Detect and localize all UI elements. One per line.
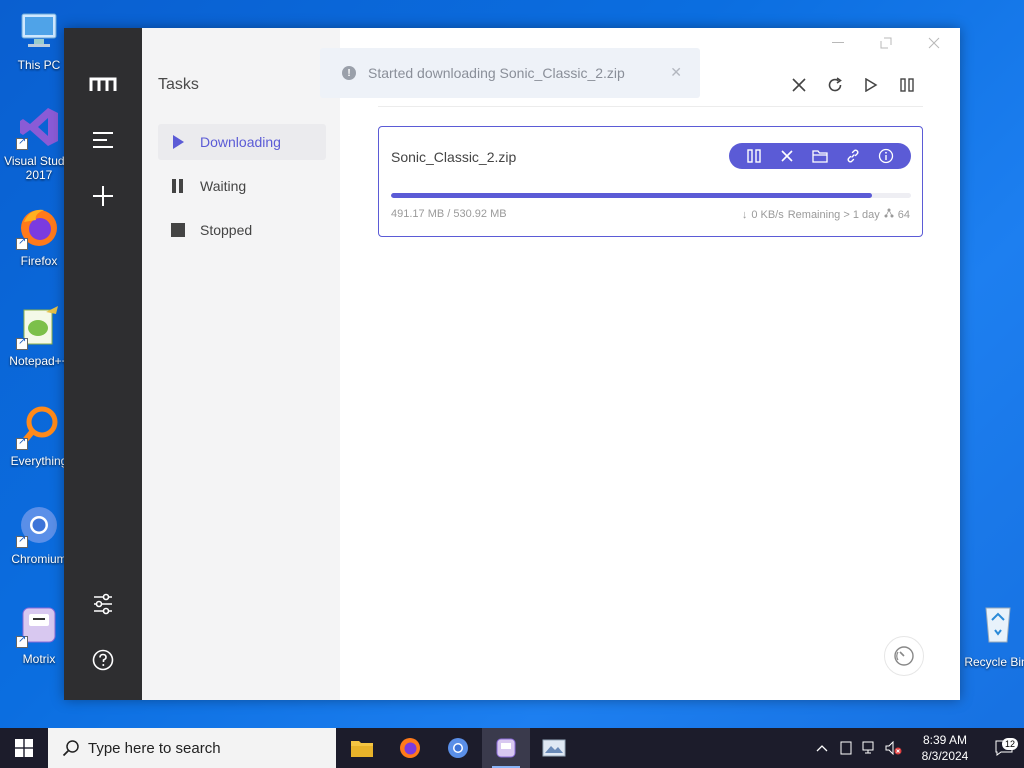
task-list-panel: ! Started downloading Sonic_Classic_2.zi… [320,28,960,700]
nav-item-stopped[interactable]: Stopped [158,212,326,248]
clock-date: 8/3/2024 [921,749,969,763]
motrix-icon [16,602,62,648]
tablet-icon[interactable] [835,741,857,755]
everything-search-icon [16,404,62,450]
delete-task-button[interactable] [788,74,810,96]
notepadpp-icon [16,304,62,350]
app-rail [64,28,142,700]
desktop-icon-recycle-bin[interactable]: Recycle Bin [950,600,1024,680]
taskbar-motrix[interactable] [482,728,530,768]
firefox-icon [16,204,62,250]
nav-item-label: Downloading [200,134,281,150]
task-delete-button[interactable] [777,146,797,166]
speedometer-icon [894,646,914,666]
notification-center-button[interactable]: 12 [984,738,1024,756]
volume-muted-icon[interactable] [883,741,905,755]
windows-logo-icon [15,739,33,757]
shortcut-arrow-icon [16,136,28,150]
taskbar-photos[interactable] [530,728,578,768]
minimize-button[interactable] [826,34,850,52]
help-icon[interactable] [88,645,118,675]
network-icon[interactable] [859,741,881,755]
task-info-button[interactable] [876,146,896,166]
shortcut-arrow-icon [16,634,28,648]
connections-icon [884,208,894,221]
chevron-up-icon[interactable] [811,744,833,752]
pause-icon [170,178,186,194]
task-connections: 64 [897,208,910,221]
nav-item-label: Stopped [200,222,253,238]
maximize-button[interactable] [874,34,898,52]
task-folder-button[interactable] [810,146,830,166]
task-remaining: Remaining > 1 day [787,208,880,221]
start-button[interactable] [0,728,48,768]
nav-title: Tasks [158,76,199,93]
stop-icon [170,222,186,238]
desktop-icon-label: Recycle Bin [964,655,1024,669]
folder-icon [351,741,373,757]
chromium-icon [448,738,468,758]
task-action-bar [729,143,911,169]
settings-sliders-icon[interactable] [88,589,118,619]
chromium-icon [16,502,62,548]
taskbar-firefox[interactable] [386,728,434,768]
clock[interactable]: 8:39 AM 8/3/2024 [906,732,984,764]
toast-close-icon[interactable]: ✕ [670,64,682,81]
task-name: Sonic_Classic_2.zip [391,149,517,165]
play-icon [170,134,186,150]
speed-limit-button[interactable] [884,636,924,676]
task-nav: Tasks Downloading Waiting Stopped [142,28,340,700]
close-window-button[interactable] [922,34,946,52]
download-arrow-icon: ↓ [741,208,748,221]
task-size: 491.17 MB / 530.92 MB [391,208,507,220]
taskbar-file-explorer[interactable] [338,728,386,768]
task-copy-link-button[interactable] [843,146,863,166]
task-speed: 0 KB/s [751,208,784,221]
clock-time: 8:39 AM [922,733,968,747]
taskbar-search-input[interactable]: Type here to search [48,728,336,768]
system-tray: 8:39 AM 8/3/2024 12 [810,728,1024,768]
resume-all-button[interactable] [860,74,882,96]
search-placeholder: Type here to search [88,739,221,757]
taskbar: Type here to search 8:39 AM 8/3/2024 12 [0,728,1024,768]
add-task-icon[interactable] [88,181,118,211]
info-icon: ! [342,66,356,80]
recycle-bin-icon [978,600,1018,649]
nav-item-waiting[interactable]: Waiting [158,168,326,204]
task-progress-fill [391,193,872,198]
menu-icon[interactable] [88,125,118,155]
shortcut-arrow-icon [16,534,28,548]
shortcut-arrow-icon [16,236,28,250]
motrix-window: Tasks Downloading Waiting Stopped ! Star… [64,28,960,700]
pause-all-button[interactable] [896,74,918,96]
computer-icon [16,8,62,54]
shortcut-arrow-icon [16,436,28,450]
header-divider [378,106,923,107]
motrix-icon [496,738,516,758]
image-viewer-icon [542,739,566,757]
notification-toast: ! Started downloading Sonic_Classic_2.zi… [320,48,700,98]
motrix-logo-icon [88,70,118,100]
notification-count-badge: 12 [1001,738,1018,750]
taskbar-chromium[interactable] [434,728,482,768]
search-icon [62,739,80,757]
task-item[interactable]: Sonic_Classic_2.zip 491.17 MB / 530.92 M… [378,126,923,237]
task-stats: ↓ 0 KB/s Remaining > 1 day 64 [742,208,910,221]
visual-studio-icon [16,104,62,150]
task-pause-button[interactable] [744,146,764,166]
nav-item-downloading[interactable]: Downloading [158,124,326,160]
toast-message: Started downloading Sonic_Classic_2.zip [368,65,625,81]
task-progress-bar [391,193,911,198]
nav-item-label: Waiting [200,178,247,194]
refresh-button[interactable] [824,74,846,96]
firefox-icon [400,738,420,758]
shortcut-arrow-icon [16,336,28,350]
